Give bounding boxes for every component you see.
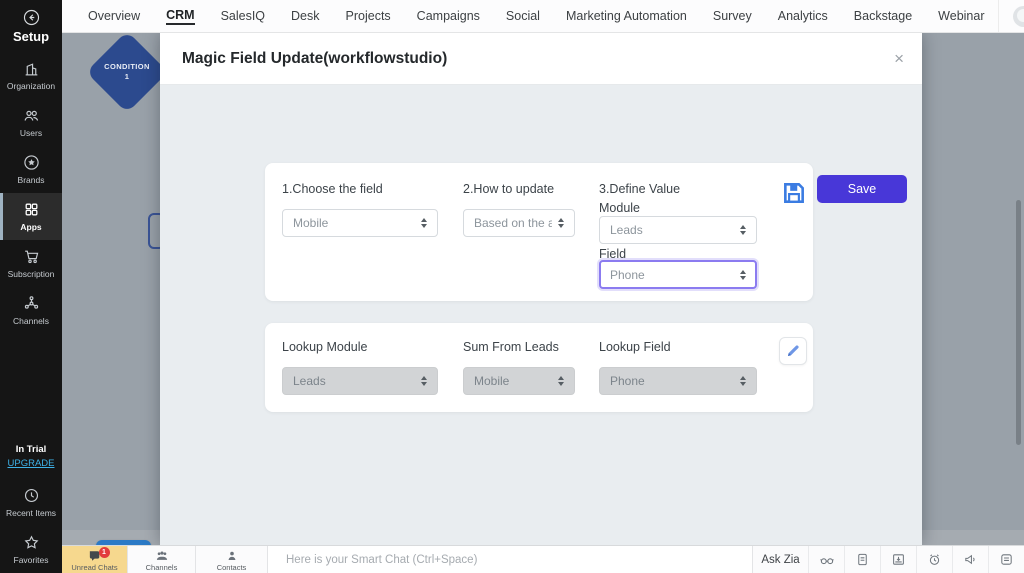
contacts-person-icon (226, 550, 238, 562)
subscription-icon (23, 248, 40, 265)
sidebar-item-brands[interactable]: Brands (0, 146, 62, 193)
updown-icon (558, 376, 564, 386)
recent-items-icon (23, 487, 40, 504)
sidebar-item-subscription[interactable]: Subscription (0, 240, 62, 287)
condition-node[interactable]: CONDITION 1 (86, 31, 168, 113)
widgets-button[interactable] (988, 546, 1024, 573)
setup-title: Setup (13, 29, 49, 44)
updown-icon (740, 376, 746, 386)
smart-chat-input-cell (268, 546, 752, 573)
upgrade-link[interactable]: UPGRADE (8, 458, 55, 469)
modal-header: Magic Field Update(workflowstudio) × (160, 33, 922, 85)
updown-icon (421, 376, 427, 386)
avatar-cell (998, 0, 1024, 32)
magic-field-update-modal: Magic Field Update(workflowstudio) × 1.C… (160, 33, 922, 545)
setup-header[interactable]: Setup (0, 0, 62, 52)
lookup-card: Lookup Module Leads Sum From Leads Mobil… (265, 323, 813, 412)
nav-item-marketing-automation[interactable]: Marketing Automation (553, 0, 700, 32)
chat-tab-channels[interactable]: Channels (128, 546, 196, 573)
inbox-button[interactable] (880, 546, 916, 573)
field-label: Field (599, 247, 626, 261)
reminder-icon (927, 552, 942, 567)
updown-icon (558, 218, 564, 228)
smart-chat-bar: 1 Unread Chats Channels Contacts Ask Zia (62, 545, 1024, 573)
lookup-field-label: Lookup Field (599, 340, 671, 354)
chat-tab-unread-chats[interactable]: 1 Unread Chats (62, 546, 128, 573)
modal-title: Magic Field Update(workflowstudio) (182, 50, 447, 68)
field-update-card: 1.Choose the field Mobile 2.How to updat… (265, 163, 813, 301)
trial-block: In Trial UPGRADE (0, 433, 62, 479)
sidebar-spacer (0, 334, 62, 433)
close-icon[interactable]: × (894, 50, 904, 67)
nav-item-crm[interactable]: CRM (153, 0, 207, 32)
sidebar-item-organization[interactable]: Organization (0, 52, 62, 99)
organization-icon (23, 60, 40, 77)
notes-icon (855, 552, 870, 567)
zia-button[interactable] (808, 546, 844, 573)
floppy-icon (781, 180, 807, 206)
setup-sidebar: Setup Organization Users Brands Apps Sub… (0, 0, 62, 573)
channels-icon (23, 295, 40, 312)
back-icon (23, 9, 40, 26)
sum-from-leads-select[interactable]: Mobile (463, 367, 575, 395)
lookup-module-select[interactable]: Leads (282, 367, 438, 395)
updown-icon (421, 218, 427, 228)
lookup-module-label: Lookup Module (282, 340, 367, 354)
sidebar-item-favorites[interactable]: Favorites (0, 526, 62, 573)
notes-button[interactable] (844, 546, 880, 573)
widgets-icon (999, 552, 1014, 567)
chat-tab-contacts[interactable]: Contacts (196, 546, 268, 573)
apps-icon (23, 201, 40, 218)
step1-label: 1.Choose the field (282, 182, 383, 196)
zia-icon (819, 552, 835, 568)
step2-label: 2.How to update (463, 182, 554, 196)
sidebar-item-channels[interactable]: Channels (0, 287, 62, 334)
nav-item-projects[interactable]: Projects (333, 0, 404, 32)
announcement-button[interactable] (952, 546, 988, 573)
updown-icon (740, 270, 746, 280)
edit-button[interactable] (779, 337, 807, 365)
choose-field-select[interactable]: Mobile (282, 209, 438, 237)
sidebar-item-users[interactable]: Users (0, 99, 62, 146)
unread-badge: 1 (99, 547, 110, 558)
smart-chat-input[interactable] (286, 554, 752, 566)
updown-icon (740, 225, 746, 235)
condition-label: CONDITION (104, 62, 150, 72)
nav-item-campaigns[interactable]: Campaigns (404, 0, 493, 32)
scrollbar-thumb[interactable] (1016, 200, 1021, 445)
top-navigation: Overview CRM SalesIQ Desk Projects Campa… (62, 0, 1024, 33)
nav-item-analytics[interactable]: Analytics (765, 0, 841, 32)
nav-item-social[interactable]: Social (493, 0, 553, 32)
brands-icon (23, 154, 40, 171)
pencil-icon (785, 343, 801, 359)
ask-zia-button[interactable]: Ask Zia (752, 546, 808, 573)
reminder-button[interactable] (916, 546, 952, 573)
modal-body: 1.Choose the field Mobile 2.How to updat… (160, 85, 922, 545)
channels-people-icon (155, 550, 169, 562)
step3-label: 3.Define Value (599, 182, 680, 196)
save-icon-button[interactable] (781, 180, 807, 206)
field-select[interactable]: Phone (599, 260, 757, 289)
sum-from-leads-label: Sum From Leads (463, 340, 559, 354)
lookup-field-select[interactable]: Phone (599, 367, 757, 395)
module-label: Module (599, 201, 640, 215)
how-to-update-select[interactable]: Based on the a (463, 209, 575, 237)
module-select[interactable]: Leads (599, 216, 757, 244)
sidebar-item-apps[interactable]: Apps (0, 193, 62, 240)
nav-item-salesiq[interactable]: SalesIQ (208, 0, 278, 32)
nav-item-overview[interactable]: Overview (75, 0, 153, 32)
trial-status: In Trial (16, 444, 47, 455)
users-icon (23, 107, 40, 124)
nav-item-survey[interactable]: Survey (700, 0, 765, 32)
favorites-icon (23, 534, 40, 551)
nav-item-desk[interactable]: Desk (278, 0, 332, 32)
save-button[interactable]: Save (817, 175, 907, 203)
user-avatar[interactable] (1013, 6, 1024, 27)
nav-item-backstage[interactable]: Backstage (841, 0, 925, 32)
sidebar-item-recent-items[interactable]: Recent Items (0, 479, 62, 526)
inbox-icon (891, 552, 906, 567)
nav-item-webinar[interactable]: Webinar (925, 0, 997, 32)
announcement-icon (963, 552, 978, 567)
condition-number: 1 (125, 72, 130, 82)
